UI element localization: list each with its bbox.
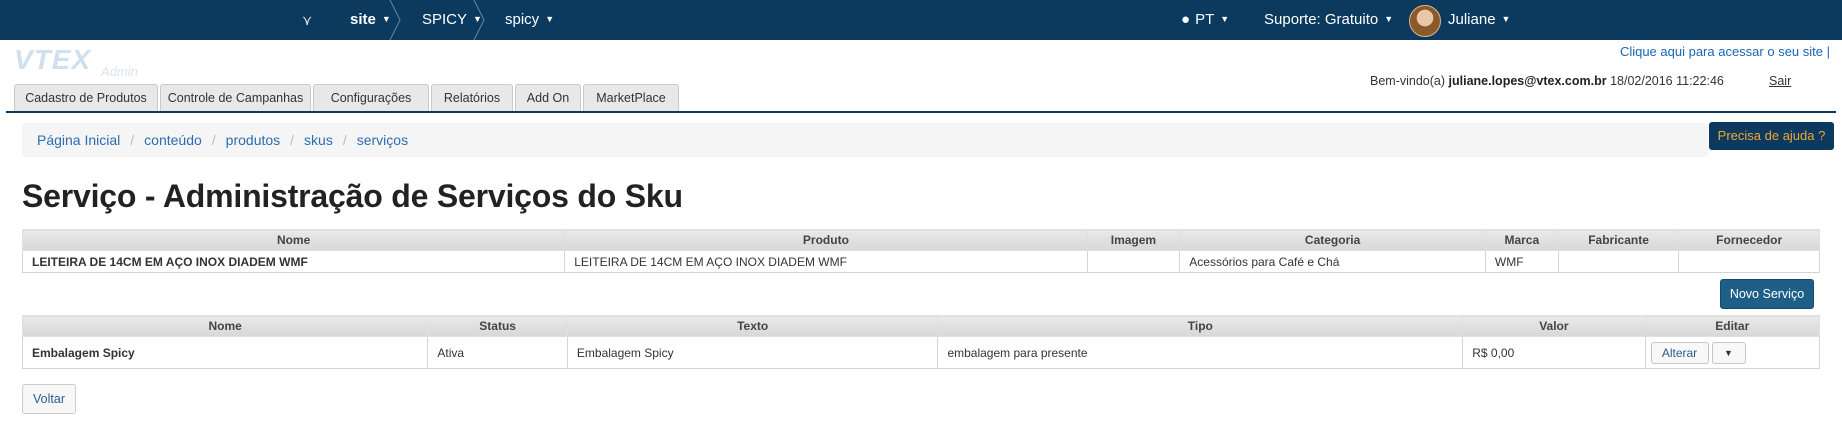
breadcrumb-produtos[interactable]: produtos [226,132,280,148]
breadcrumb-servicos[interactable]: serviços [357,132,408,148]
breadcrumb-conteudo[interactable]: conteúdo [144,132,202,148]
chevron-down-icon: ▼ [1384,14,1394,25]
manufacturer-cell [1557,250,1680,273]
category-cell: Acessórios para Café e Chá [1179,250,1486,273]
breadcrumb-divider: / [211,132,216,148]
user-name: Juliane [1448,11,1496,28]
chevron-down-icon: ▼ [545,14,555,25]
store-label: spicy [505,11,540,28]
welcome-prefix: Bem-vindo(a) [1370,74,1446,88]
service-text-cell: Embalagem Spicy [566,336,939,369]
product-table: Nome Produto Imagem Categoria Marca Fabr… [21,229,1820,273]
breadcrumb-separator-icon [473,0,485,40]
breadcrumb-home[interactable]: Página Inicial [37,132,120,148]
site-selector[interactable]: site ▼ [350,0,391,40]
breadcrumb-skus[interactable]: skus [304,132,333,148]
store-selector[interactable]: spicy ▼ [505,0,554,40]
tab-relatorios[interactable]: Relatórios [431,84,513,112]
support-selector[interactable]: Suporte: Gratuito ▼ [1264,0,1393,40]
help-button[interactable]: Precisa de ajuda ? [1709,122,1834,150]
language-label: PT [1195,11,1215,28]
tab-underline [6,111,1836,113]
welcome-email: juliane.lopes@vtex.com.br [1448,74,1607,88]
support-label: Suporte: Gratuito [1264,11,1379,28]
table-row: LEITEIRA DE 14CM EM AÇO INOX DIADEM WMF … [21,250,1820,273]
tab-marketplace[interactable]: MarketPlace [583,84,679,112]
tab-add-on[interactable]: Add On [515,84,581,112]
new-service-button[interactable]: Novo Serviço [1720,279,1814,309]
breadcrumb-divider: / [290,132,295,148]
vtex-admin-logo[interactable]: VTEX Admin [14,46,138,80]
breadcrumb: Página Inicial / conteúdo / produtos / skus / se… [22,123,1708,157]
service-status-cell: Ativa [427,336,568,369]
account-label: SPICY [422,11,468,28]
welcome-message: Bem-vindo(a) juliane.lopes@vtex.com.br 1… [1370,74,1724,88]
logout-link[interactable]: Sair [1769,74,1791,88]
column-header: Categoria [1179,229,1486,251]
page-title: Serviço - Administração de Serviços do S… [22,178,683,214]
column-header: Editar [1644,315,1820,337]
column-header: Valor [1462,315,1646,337]
column-header: Imagem [1086,229,1181,251]
tab-controle-campanhas[interactable]: Controle de Campanhas [160,84,311,112]
column-header: Fabricante [1557,229,1680,251]
service-edit-cell: Alterar ▼ [1644,336,1820,369]
column-header: Texto [566,315,939,337]
table-header-row: Nome Status Texto Tipo Valor Editar [21,315,1820,337]
service-type-cell: embalagem para presente [937,336,1464,369]
column-header: Nome [21,229,566,251]
avatar[interactable] [1409,5,1441,37]
table-header-row: Nome Produto Imagem Categoria Marca Fabr… [21,229,1820,251]
column-header: Produto [564,229,1088,251]
edit-service-button[interactable]: Alterar [1650,341,1709,364]
globe-icon: ● [1181,11,1191,28]
site-label: site [350,11,376,28]
breadcrumb-divider: / [130,132,135,148]
top-navbar: ⋎ site ▼ SPICY ▼ spicy ▼ ● PT ▼ Suporte: Grat… [0,0,1842,40]
breadcrumb-divider: / [342,132,347,148]
language-selector[interactable]: ● PT ▼ [1181,0,1229,40]
product-cell: LEITEIRA DE 14CM EM AÇO INOX DIADEM WMF [564,250,1088,273]
tab-configuracoes[interactable]: Configurações [313,84,429,112]
column-header: Tipo [937,315,1464,337]
service-name-cell: Embalagem Spicy [21,336,429,369]
back-button[interactable]: Voltar [22,384,76,414]
logo-subtext: Admin [101,64,138,79]
access-site-link[interactable]: Clique aqui para acessar o seu site | [1620,44,1830,59]
column-header: Marca [1484,229,1559,251]
chevron-down-icon: ▼ [1220,14,1230,25]
column-header: Fornecedor [1678,229,1820,251]
chevron-down-icon: ▼ [1501,14,1511,25]
table-row: Embalagem Spicy Ativa Embalagem Spicy em… [21,336,1820,369]
supplier-cell [1678,250,1820,273]
sku-name-cell: LEITEIRA DE 14CM EM AÇO INOX DIADEM WMF [21,250,566,273]
user-menu[interactable]: Juliane ▼ [1448,0,1510,40]
column-header: Nome [21,315,429,337]
vtex-v-logo-icon[interactable]: ⋎ [302,0,312,40]
brand-cell: WMF [1484,250,1559,273]
column-header: Status [427,315,568,337]
welcome-datetime: 18/02/2016 11:22:46 [1610,74,1724,88]
tab-cadastro-produtos[interactable]: Cadastro de Produtos [14,84,158,112]
edit-dropdown-toggle[interactable]: ▼ [1711,341,1746,364]
caret-down-icon: ▼ [1724,347,1733,358]
breadcrumb-separator-icon [389,0,401,40]
services-table: Nome Status Texto Tipo Valor Editar Emba… [21,315,1820,369]
image-cell [1086,250,1181,273]
service-value-cell: R$ 0,00 [1462,336,1646,369]
